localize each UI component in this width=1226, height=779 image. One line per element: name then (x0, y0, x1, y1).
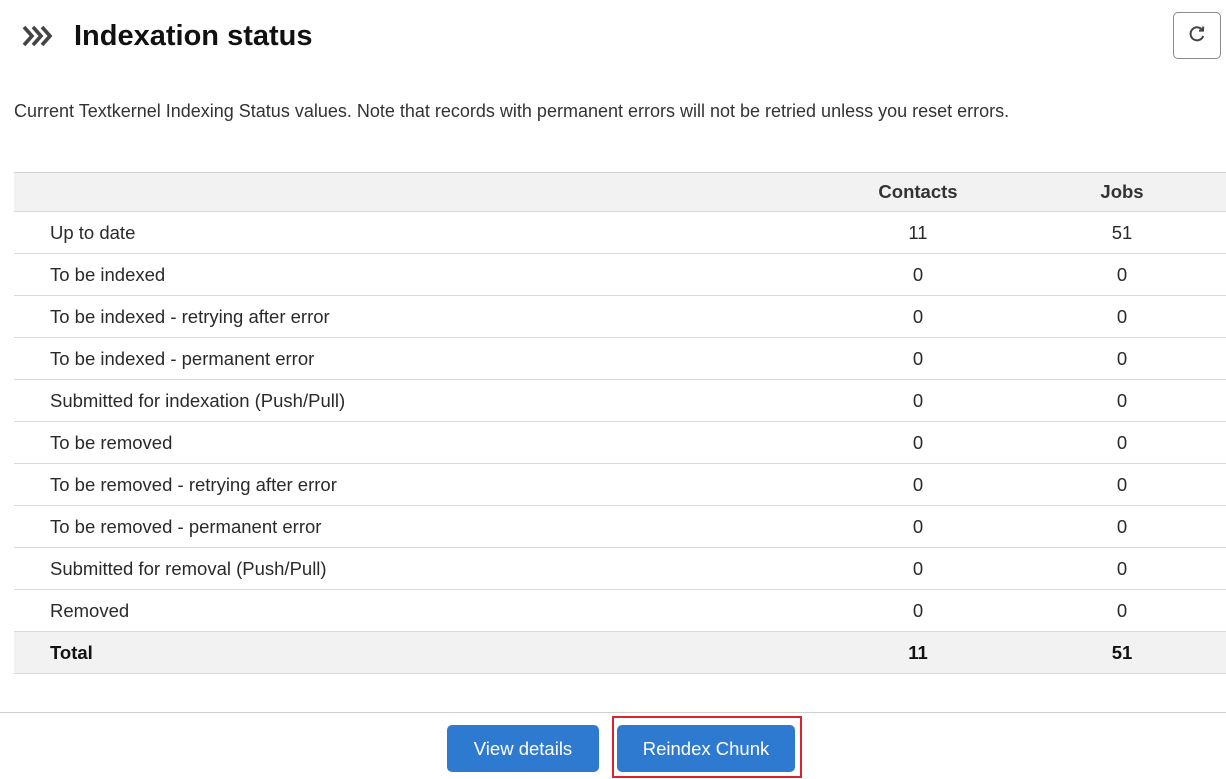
table-row: To be indexed - retrying after error 0 0 (14, 295, 1226, 338)
contacts-count: 0 (818, 463, 1018, 506)
column-header-contacts: Contacts (818, 172, 1018, 212)
table-row: To be indexed - permanent error 0 0 (14, 337, 1226, 380)
row-label: To be indexed - permanent error (14, 337, 818, 380)
status-description: Current Textkernel Indexing Status value… (14, 101, 1010, 121)
refresh-button[interactable] (1173, 12, 1221, 59)
panel-header: Indexation status (0, 0, 1226, 72)
table-row: To be removed - permanent error 0 0 (14, 505, 1226, 548)
table-row: To be indexed 0 0 (14, 253, 1226, 296)
row-label: To be removed (14, 421, 818, 464)
table-row: Submitted for removal (Push/Pull) 0 0 (14, 547, 1226, 590)
row-label: Removed (14, 589, 818, 632)
row-label: To be indexed - retrying after error (14, 295, 818, 338)
jobs-count: 51 (1018, 211, 1226, 254)
indexation-status-panel: Indexation status Current Textkernel Ind… (0, 0, 1226, 779)
jobs-count: 0 (1018, 337, 1226, 380)
contacts-count: 0 (818, 295, 1018, 338)
view-details-button[interactable]: View details (447, 725, 599, 772)
footer-divider (0, 712, 1226, 713)
contacts-count: 0 (818, 379, 1018, 422)
table-row: Removed 0 0 (14, 589, 1226, 632)
row-label: To be removed - permanent error (14, 505, 818, 548)
triple-chevron-right-icon (22, 24, 54, 48)
contacts-count: 0 (818, 253, 1018, 296)
jobs-count: 0 (1018, 421, 1226, 464)
contacts-count: 0 (818, 337, 1018, 380)
jobs-count: 0 (1018, 463, 1226, 506)
contacts-count: 0 (818, 547, 1018, 590)
jobs-count: 0 (1018, 505, 1226, 548)
indexing-status-table: Contacts Jobs Up to date 11 51 To be ind… (14, 172, 1226, 674)
reindex-chunk-button[interactable]: Reindex Chunk (617, 725, 795, 772)
table-row: Submitted for indexation (Push/Pull) 0 0 (14, 379, 1226, 422)
row-label: Submitted for indexation (Push/Pull) (14, 379, 818, 422)
contacts-count: 0 (818, 421, 1018, 464)
page-title: Indexation status (74, 20, 313, 52)
total-jobs-count: 51 (1018, 631, 1226, 674)
row-label: To be removed - retrying after error (14, 463, 818, 506)
jobs-count: 0 (1018, 253, 1226, 296)
row-label: Submitted for removal (Push/Pull) (14, 547, 818, 590)
table-header-row: Contacts Jobs (14, 172, 1226, 212)
jobs-count: 0 (1018, 547, 1226, 590)
table-total-row: Total 11 51 (14, 631, 1226, 674)
contacts-count: 11 (818, 211, 1018, 254)
table-row: To be removed - retrying after error 0 0 (14, 463, 1226, 506)
jobs-count: 0 (1018, 379, 1226, 422)
column-header-jobs: Jobs (1018, 172, 1226, 212)
contacts-count: 0 (818, 505, 1018, 548)
table-row: Up to date 11 51 (14, 211, 1226, 254)
contacts-count: 0 (818, 589, 1018, 632)
total-label: Total (14, 631, 818, 674)
total-contacts-count: 11 (818, 631, 1018, 674)
jobs-count: 0 (1018, 589, 1226, 632)
refresh-icon (1187, 24, 1207, 47)
column-header-label (14, 172, 818, 212)
row-label: To be indexed (14, 253, 818, 296)
table-row: To be removed 0 0 (14, 421, 1226, 464)
jobs-count: 0 (1018, 295, 1226, 338)
row-label: Up to date (14, 211, 818, 254)
